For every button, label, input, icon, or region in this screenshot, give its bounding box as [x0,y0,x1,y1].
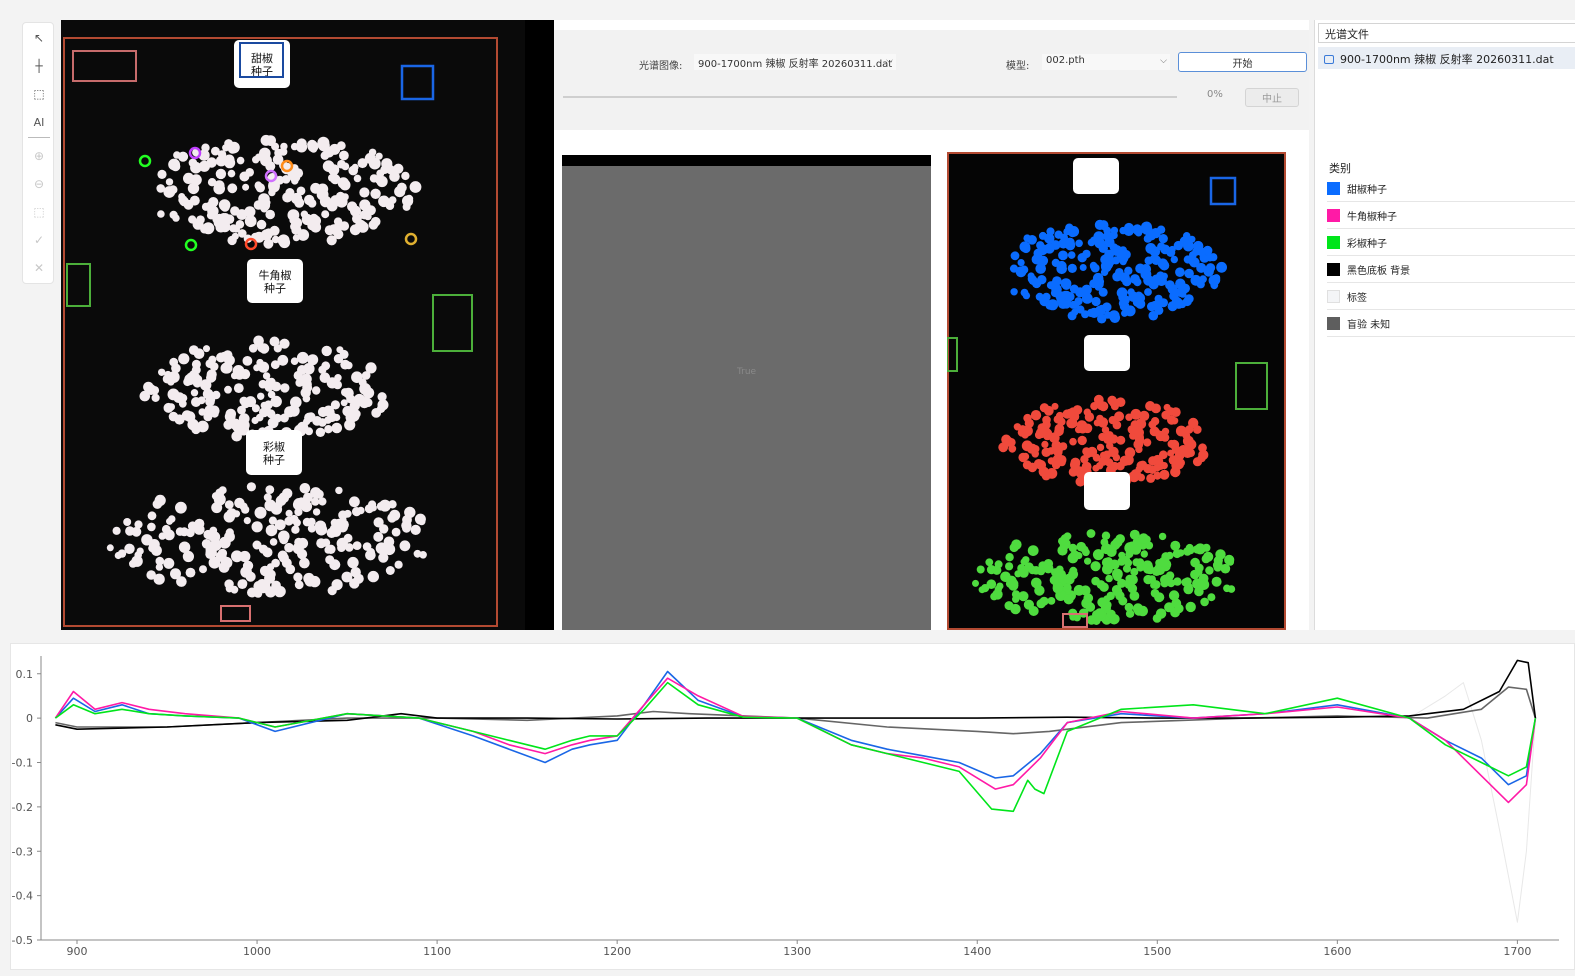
add-icon[interactable]: ⊕ [27,145,51,167]
class-header: 类别 [1329,162,1351,175]
ai-icon[interactable]: AI [27,111,51,133]
y-tick-label: -0.4 [12,890,33,903]
spectrum-series-line [55,659,1537,730]
class-color-swatch [1327,263,1340,276]
spectrum-chart-svg: 0.1 0 -0.1 -0.2 -0.3 -0.4 -0.5 900 1000 1100 1200 1… [12,656,1559,958]
seed-label-text: 彩椒 [263,440,285,454]
spectral-image-view[interactable]: 甜椒 种子 牛角椒 种子 彩椒 种子 [61,20,554,630]
class-item[interactable]: 牛角椒种子 [1327,203,1575,229]
class-label: 甜椒种子 [1347,185,1387,196]
progress-bar [563,96,1177,98]
class-color-swatch [1327,182,1340,195]
side-panel: 光谱文件 900-1700nm 辣椒 反射率 20260311.dat 类别 甜… [1314,20,1575,630]
app-window: ↖ ┼ ⬚ AI ⊕ ⊖ ⬚ ✓ ✕ 甜椒 种子 牛角椒 种子 彩椒 种子 光谱图像: 900-1700n… [0,0,1575,976]
spectral-file-item[interactable]: 900-1700nm 辣椒 反射率 20260311.dat [1318,47,1575,69]
label-region [1073,158,1119,194]
y-tick-label: -0.5 [12,934,33,947]
confirm-icon[interactable]: ✓ [27,229,51,251]
seed-label-text: 甜椒 [251,51,273,65]
remove-icon[interactable]: ⊖ [27,173,51,195]
crop-icon[interactable]: ⬚ [27,201,51,223]
x-tick-label: 1400 [963,945,991,958]
x-tick-label: 1100 [423,945,451,958]
spectrum-series-line [54,681,1537,813]
seed-label-text: 牛角椒 [259,268,292,282]
y-tick-label: -0.1 [12,757,33,770]
class-label: 牛角椒种子 [1347,212,1397,223]
model-select-value: 002.pth [1046,55,1085,66]
class-color-swatch [1327,209,1340,222]
seed-label-text: 种子 [263,453,285,467]
rect-select-icon[interactable]: ⬚ [27,83,51,105]
y-tick-label: -0.3 [12,845,33,858]
spectral-image-canvas[interactable]: 甜椒种子牛角椒种子彩椒种子 [61,20,554,630]
seed-label-text: 种子 [264,281,286,295]
class-item[interactable]: 黑色底板 背景 [1327,257,1575,283]
classification-canvas[interactable] [947,152,1286,630]
cancel-icon[interactable]: ✕ [27,257,51,279]
class-label: 标签 [1347,293,1367,304]
spectral-file-name: 900-1700nm 辣椒 反射率 20260311.dat [1340,53,1554,66]
class-color-swatch [1327,236,1340,249]
class-item[interactable]: 盲验 未知 [1327,311,1575,337]
classification-result-view[interactable] [947,152,1286,630]
start-button[interactable]: 开始 [1178,52,1307,72]
y-tick-label: -0.2 [12,801,33,814]
seed-label-text: 种子 [251,64,273,78]
spectral-file-header: 光谱文件 [1318,23,1575,43]
seed-label-card: 牛角椒种子 [247,259,303,303]
seed-label-card: 彩椒种子 [246,430,302,475]
x-tick-label: 1700 [1503,945,1531,958]
progress-text: 0% [1207,89,1223,100]
inference-panel: 光谱图像: 900-1700nm 辣椒 反射率 20260311.dat ⌵ 模… [554,20,1309,630]
seed-label-card: 甜椒种子 [234,40,290,88]
image-select[interactable]: 900-1700nm 辣椒 反射率 20260311.dat ⌵ [694,54,896,70]
x-tick-label: 1000 [243,945,271,958]
mask-preview-text: True [736,367,757,377]
x-tick-label: 1500 [1143,945,1171,958]
spectrum-chart: 0.1 0 -0.1 -0.2 -0.3 -0.4 -0.5 900 1000 1100 1200 1… [10,643,1575,970]
pointer-icon[interactable]: ↖ [27,27,51,49]
class-item[interactable]: 甜椒种子 [1327,176,1575,202]
model-label: 模型: [1006,61,1030,72]
label-region [1084,335,1130,371]
label-region [1084,472,1130,510]
class-item[interactable]: 标签 [1327,284,1575,310]
camera-icon [1324,55,1334,64]
toolbar-divider [28,137,50,138]
y-tick-label: 0 [26,712,33,725]
class-color-swatch [1327,290,1340,303]
tool-palette: ↖ ┼ ⬚ AI ⊕ ⊖ ⬚ ✓ ✕ [22,22,54,284]
crosshair-icon[interactable]: ┼ [27,55,51,77]
y-tick-label: 0.1 [16,668,34,681]
x-tick-label: 1300 [783,945,811,958]
image-select-value: 900-1700nm 辣椒 反射率 20260311.dat [698,59,893,70]
x-tick-label: 1600 [1323,945,1351,958]
image-label: 光谱图像: [639,61,683,72]
mask-preview: True [562,155,931,630]
class-label: 盲验 未知 [1347,320,1391,331]
x-tick-label: 900 [67,945,88,958]
spectrum-series-line [54,677,1537,804]
class-label: 黑色底板 背景 [1347,266,1411,277]
x-tick-label: 1200 [603,945,631,958]
spectrum-series-line [54,670,1537,786]
class-label: 彩椒种子 [1347,239,1387,250]
chevron-down-icon: ⌵ [886,56,893,66]
inference-controls: 光谱图像: 900-1700nm 辣椒 反射率 20260311.dat ⌵ 模… [554,30,1309,130]
stop-button[interactable]: 中止 [1245,88,1299,107]
class-color-swatch [1327,317,1340,330]
class-item[interactable]: 彩椒种子 [1327,230,1575,256]
model-select[interactable]: 002.pth ⌵ [1042,54,1170,70]
chevron-down-icon: ⌵ [1160,56,1167,66]
